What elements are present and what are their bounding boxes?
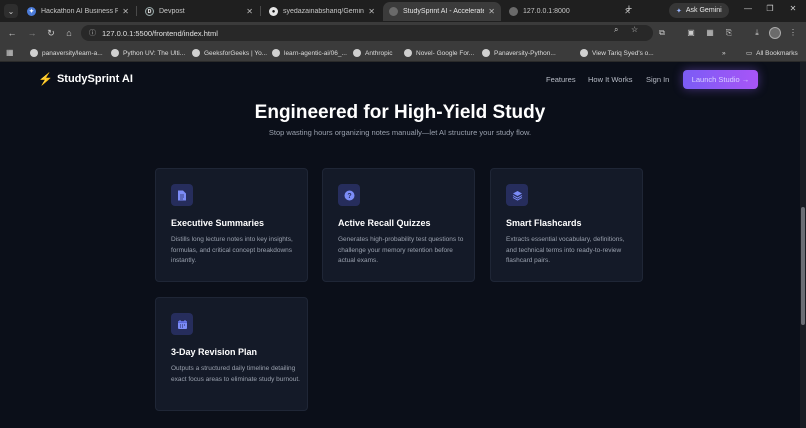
- bookmark-item[interactable]: View Tariq Syed's o...: [580, 47, 654, 59]
- browser-toolbar: ← → ↻ ⌂ ⓘ 127.0.0.1:5500/frontend/index.…: [0, 22, 806, 44]
- browser-tab-github[interactable]: ● syedazainabshariq/Gemini30 ( ✕: [263, 2, 381, 21]
- globe-favicon-icon: [389, 7, 398, 16]
- feature-description: Outputs a structured daily timeline deta…: [171, 365, 300, 383]
- tab-separator: [136, 6, 137, 16]
- share-icon[interactable]: ⎘: [724, 28, 734, 38]
- tab-title: syedazainabshariq/Gemini30 (: [283, 8, 365, 15]
- page-viewport: ⚡ StudySprint AI Features How It Works S…: [0, 62, 800, 428]
- nav-link-how-it-works[interactable]: How It Works: [588, 75, 632, 84]
- browser-tab-localhost[interactable]: 127.0.0.1:8000 ✕: [503, 2, 637, 21]
- feature-card-smart-flashcards: Smart Flashcards Extracts essential voca…: [490, 168, 643, 282]
- site-header: ⚡ StudySprint AI Features How It Works S…: [0, 62, 800, 98]
- globe-icon: [192, 49, 200, 57]
- globe-icon: [353, 49, 361, 57]
- page-scrollbar[interactable]: [800, 62, 806, 428]
- tab-separator: [260, 6, 261, 16]
- home-icon[interactable]: ⌂: [63, 27, 75, 39]
- nav-link-features[interactable]: Features: [546, 75, 576, 84]
- feature-title: Smart Flashcards: [506, 218, 582, 228]
- tab-favicon-icon: ✦: [27, 7, 36, 16]
- feature-description: Generates high-probability test question…: [338, 236, 464, 264]
- extensions-icon[interactable]: ⧉: [657, 28, 667, 38]
- folder-icon: ▭: [746, 50, 753, 57]
- launch-studio-button[interactable]: Launch Studio →: [683, 70, 758, 89]
- tab-title: 127.0.0.1:8000: [523, 8, 570, 15]
- globe-icon: [580, 49, 588, 57]
- browser-tab-strip: ⌄ ✦ Hackathon AI Business Plan - ✕ D Dev…: [0, 0, 806, 22]
- feature-title: Executive Summaries: [171, 218, 265, 228]
- bookmark-item[interactable]: Novel- Google For...: [404, 47, 474, 59]
- bookmark-item[interactable]: learn-agentic-ai/06_...: [272, 47, 347, 59]
- close-tab-icon[interactable]: ✕: [368, 7, 375, 16]
- gemini-sparkle-icon: ✦: [676, 7, 682, 15]
- restore-icon[interactable]: ❐: [763, 4, 777, 16]
- reload-icon[interactable]: ↻: [45, 27, 57, 39]
- new-tab-icon[interactable]: +: [623, 3, 635, 17]
- more-bookmarks-icon[interactable]: »: [722, 47, 726, 59]
- tab-title: Devpost: [159, 8, 185, 15]
- close-window-icon[interactable]: ✕: [786, 4, 800, 16]
- bookmark-item[interactable]: Panaversity-Python...: [482, 47, 556, 59]
- globe-icon: [272, 49, 280, 57]
- bookmark-item[interactable]: panaversity/learn-a...: [30, 47, 103, 59]
- bookmark-star-icon[interactable]: ☆: [631, 25, 638, 34]
- ask-gemini-button[interactable]: ✦ Ask Gemini: [669, 3, 729, 18]
- globe-icon: [111, 49, 119, 57]
- section-subtitle: Stop wasting hours organizing notes manu…: [268, 128, 532, 137]
- feature-card-executive-summaries: Executive Summaries Distills long lectur…: [155, 168, 308, 282]
- sidebar-icon[interactable]: ▣: [686, 28, 696, 38]
- apps-grid-icon[interactable]: ▦: [6, 48, 16, 58]
- feature-card-revision-plan: 3-Day Revision Plan Outputs a structured…: [155, 297, 308, 411]
- feature-description: Extracts essential vocabulary, definitio…: [506, 236, 625, 264]
- browser-tab-studysprint[interactable]: StudySprint AI - Accelerate Y ✕: [383, 2, 501, 21]
- zoom-search-icon[interactable]: ⌕: [614, 25, 618, 35]
- download-icon[interactable]: ⤓: [752, 28, 762, 38]
- back-icon[interactable]: ←: [6, 27, 18, 39]
- layers-icon: [506, 184, 528, 206]
- menu-kebab-icon[interactable]: ⋮: [788, 28, 798, 38]
- scrollbar-thumb[interactable]: [801, 207, 805, 325]
- calendar-icon: [171, 313, 193, 335]
- svg-text:?: ?: [347, 193, 351, 200]
- browser-tab-devpost[interactable]: D Devpost ✕: [139, 2, 259, 21]
- address-bar[interactable]: ⓘ 127.0.0.1:5500/frontend/index.html: [81, 25, 653, 41]
- bookmark-item[interactable]: Anthropic: [353, 47, 392, 59]
- tab-title: Hackathon AI Business Plan -: [41, 8, 119, 15]
- close-tab-icon[interactable]: ✕: [488, 7, 495, 16]
- close-tab-icon[interactable]: ✕: [246, 7, 253, 16]
- globe-icon: [404, 49, 412, 57]
- lightning-bolt-icon: ⚡: [38, 72, 53, 86]
- tab-title: StudySprint AI - Accelerate Y: [403, 8, 485, 15]
- document-icon: [171, 184, 193, 206]
- close-tab-icon[interactable]: ✕: [122, 7, 129, 16]
- minimize-icon[interactable]: —: [741, 4, 755, 16]
- ask-gemini-label: Ask Gemini: [685, 7, 722, 14]
- nav-link-sign-in[interactable]: Sign In: [646, 75, 669, 84]
- forward-icon[interactable]: →: [26, 27, 38, 39]
- profile-avatar[interactable]: [769, 27, 781, 39]
- bookmark-item[interactable]: Python UV: The Ulti...: [111, 47, 185, 59]
- github-icon: [30, 49, 38, 57]
- bookmarks-bar: ▦ panaversity/learn-a... Python UV: The …: [0, 44, 806, 62]
- globe-icon: [482, 49, 490, 57]
- question-icon: ?: [338, 184, 360, 206]
- brand-logo[interactable]: ⚡ StudySprint AI: [38, 72, 133, 86]
- feature-card-active-recall: ? Active Recall Quizzes Generates high-p…: [322, 168, 475, 282]
- brand-name: StudySprint AI: [56, 73, 133, 85]
- feature-title: Active Recall Quizzes: [338, 218, 431, 228]
- tab-search-chevron-icon[interactable]: ⌄: [4, 4, 18, 18]
- bookmark-item[interactable]: GeeksforGeeks | Yo...: [192, 47, 267, 59]
- browser-tab-hackathon[interactable]: ✦ Hackathon AI Business Plan - ✕: [21, 2, 135, 21]
- github-favicon-icon: ●: [269, 7, 278, 16]
- feature-description: Distills long lecture notes into key ins…: [171, 236, 293, 264]
- qr-icon[interactable]: ▦: [705, 28, 715, 38]
- url-text: 127.0.0.1:5500/frontend/index.html: [102, 28, 218, 38]
- devpost-favicon-icon: D: [145, 7, 154, 16]
- site-info-icon[interactable]: ⓘ: [89, 28, 96, 38]
- all-bookmarks[interactable]: ▭ All Bookmarks: [746, 47, 798, 59]
- globe-favicon-icon: [509, 7, 518, 16]
- feature-title: 3-Day Revision Plan: [171, 347, 258, 357]
- section-title: Engineered for High-Yield Study: [254, 102, 546, 123]
